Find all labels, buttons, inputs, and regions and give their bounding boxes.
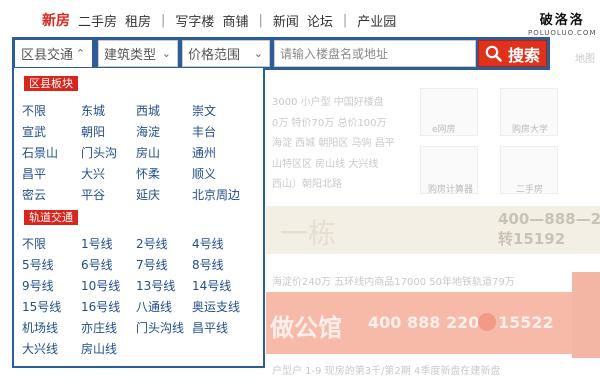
district-option[interactable]: 大兴 — [81, 165, 105, 182]
banner-ad-phone: 400—888—2 — [498, 210, 600, 228]
district-option[interactable]: 房山 — [136, 144, 160, 161]
district-option[interactable]: 海淀 — [136, 123, 160, 140]
transit-option[interactable]: 大兴线 — [22, 340, 58, 357]
search-button-label: 搜索 — [507, 45, 540, 65]
price-range-select[interactable]: 价格范围 ⌄ — [182, 40, 270, 67]
building-type-label: 建筑类型 — [104, 48, 157, 63]
side-ad[interactable] — [572, 272, 600, 358]
transit-option[interactable]: 机场线 — [22, 319, 58, 336]
district-option[interactable]: 平谷 — [81, 186, 105, 203]
tile-label: 购房大学 — [512, 125, 549, 135]
transit-option[interactable]: 不限 — [22, 235, 46, 252]
district-option[interactable]: 北京周边 — [192, 186, 240, 203]
district-option[interactable]: 怀柔 — [136, 165, 160, 182]
nav-separator: | — [258, 12, 263, 28]
nav-industrial-park[interactable]: 产业园 — [353, 11, 400, 30]
transit-option[interactable]: 4号线 — [192, 235, 224, 252]
transit-option[interactable]: 15号线 — [22, 298, 61, 315]
district-option[interactable]: 崇文 — [192, 102, 216, 119]
stats-line: 海淀价240万 五环线内商品17000 50年地铁轨道79万 — [272, 277, 515, 288]
district-option[interactable]: 宣武 — [22, 123, 46, 140]
district-option[interactable]: 石景山 — [22, 144, 58, 161]
tile-label: 二手房 — [516, 185, 544, 195]
transit-option[interactable]: 八通线 — [136, 298, 172, 315]
district-option[interactable]: 朝阳 — [81, 123, 105, 140]
nav-separator: | — [161, 12, 166, 28]
search-icon — [485, 45, 502, 62]
tile-label: 购房计算器 — [428, 185, 474, 195]
logo-subtext: POLUOLUO.COM — [528, 29, 597, 37]
logo-text: 破洛洛 — [539, 13, 585, 28]
site-logo[interactable]: 破洛洛 POLUOLUO.COM — [528, 9, 596, 37]
district-option[interactable]: 不限 — [22, 102, 46, 119]
nav-forum[interactable]: 论坛 — [303, 11, 337, 30]
transit-option[interactable]: 14号线 — [192, 277, 231, 294]
banner-ad-text: 一栋 — [280, 217, 337, 250]
promo-line: 山特区区 房山线 大兴线 — [272, 159, 379, 170]
districts-section-title: 区县板块 — [24, 76, 78, 91]
district-option[interactable]: 昌平 — [22, 165, 46, 182]
building-type-select[interactable]: 建筑类型 ⌄ — [98, 40, 178, 67]
top-navigation: 新房 二手房 租房 | 写字楼 商铺 | 新闻 论坛 | 产业园 — [38, 10, 400, 30]
transit-option[interactable]: 1号线 — [81, 235, 113, 252]
nav-rent[interactable]: 租房 — [121, 11, 155, 30]
nav-shops[interactable]: 商铺 — [218, 11, 252, 30]
district-transit-label: 区县交通 — [21, 48, 74, 63]
promo-line: 西山）朝阳北路 — [272, 179, 342, 190]
district-option[interactable]: 顺义 — [192, 165, 216, 182]
transit-option[interactable]: 10号线 — [81, 277, 120, 294]
price-range-label: 价格范围 — [188, 48, 241, 63]
district-option[interactable]: 丰台 — [192, 123, 216, 140]
transit-option[interactable]: 房山线 — [81, 340, 117, 357]
transit-option[interactable]: 2号线 — [136, 235, 168, 252]
transit-option[interactable]: 亦庄线 — [81, 319, 117, 336]
district-option[interactable]: 西城 — [136, 102, 160, 119]
footer-line: 户型户 1-9 现房的第3千/第2期 4季度新盘在建新盘 — [272, 366, 501, 377]
nav-news[interactable]: 新闻 — [269, 11, 303, 30]
banner-ad-phone: 转15192 — [498, 230, 566, 248]
phone-icon — [478, 313, 496, 331]
search-button[interactable]: 搜索 — [478, 40, 547, 67]
district-option[interactable]: 东城 — [81, 102, 105, 119]
district-option[interactable]: 延庆 — [136, 186, 160, 203]
map-link[interactable]: 地图 — [575, 50, 595, 65]
district-transit-select[interactable]: 区县交通 ⌃ — [15, 40, 92, 67]
transit-option[interactable]: 9号线 — [22, 277, 54, 294]
district-option[interactable]: 门头沟 — [81, 144, 117, 161]
transit-section-title: 轨道交通 — [24, 210, 78, 225]
search-input[interactable] — [274, 40, 476, 67]
red-banner-title: 做公馆 — [270, 314, 342, 342]
nav-separator: | — [342, 12, 348, 28]
transit-option[interactable]: 5号线 — [22, 256, 54, 273]
transit-option[interactable]: 门头沟线 — [136, 319, 184, 336]
promo-line: 3000 小户型 中国好楼盘 — [272, 97, 384, 108]
transit-option[interactable]: 13号线 — [136, 277, 175, 294]
red-banner-phone: 400 888 2200 — [368, 313, 491, 332]
transit-option[interactable]: 7号线 — [136, 256, 168, 273]
chevron-up-icon: ⌃ — [75, 47, 85, 60]
district-option[interactable]: 通州 — [192, 144, 216, 161]
chevron-down-icon: ⌄ — [253, 47, 263, 60]
promo-line: 海淀 西城 朝阳区 马驹 昌平 — [272, 138, 395, 149]
district-transit-dropdown: 区县板块 不限 东城 西城 崇文 宣武 朝阳 海淀 丰台 石景山 门头沟 房山 … — [12, 68, 265, 368]
search-bar: 区县交通 ⌃ 建筑类型 ⌄ 价格范围 ⌄ 搜索 — [12, 37, 550, 70]
red-banner-ext: 15522 — [498, 313, 554, 332]
transit-option[interactable]: 6号线 — [81, 256, 113, 273]
nav-office[interactable]: 写字楼 — [171, 11, 218, 30]
nav-new-homes[interactable]: 新房 — [38, 10, 74, 30]
nav-second-hand[interactable]: 二手房 — [74, 11, 121, 30]
promo-line: 0万 特价70万 总价100万 — [272, 118, 387, 129]
transit-option[interactable]: 奥运支线 — [192, 298, 240, 315]
transit-option[interactable]: 昌平线 — [192, 319, 228, 336]
chevron-down-icon: ⌄ — [161, 47, 171, 60]
district-option[interactable]: 密云 — [22, 186, 46, 203]
transit-option[interactable]: 8号线 — [192, 256, 224, 273]
tile-label: e网房 — [432, 125, 456, 135]
transit-option[interactable]: 16号线 — [81, 298, 120, 315]
